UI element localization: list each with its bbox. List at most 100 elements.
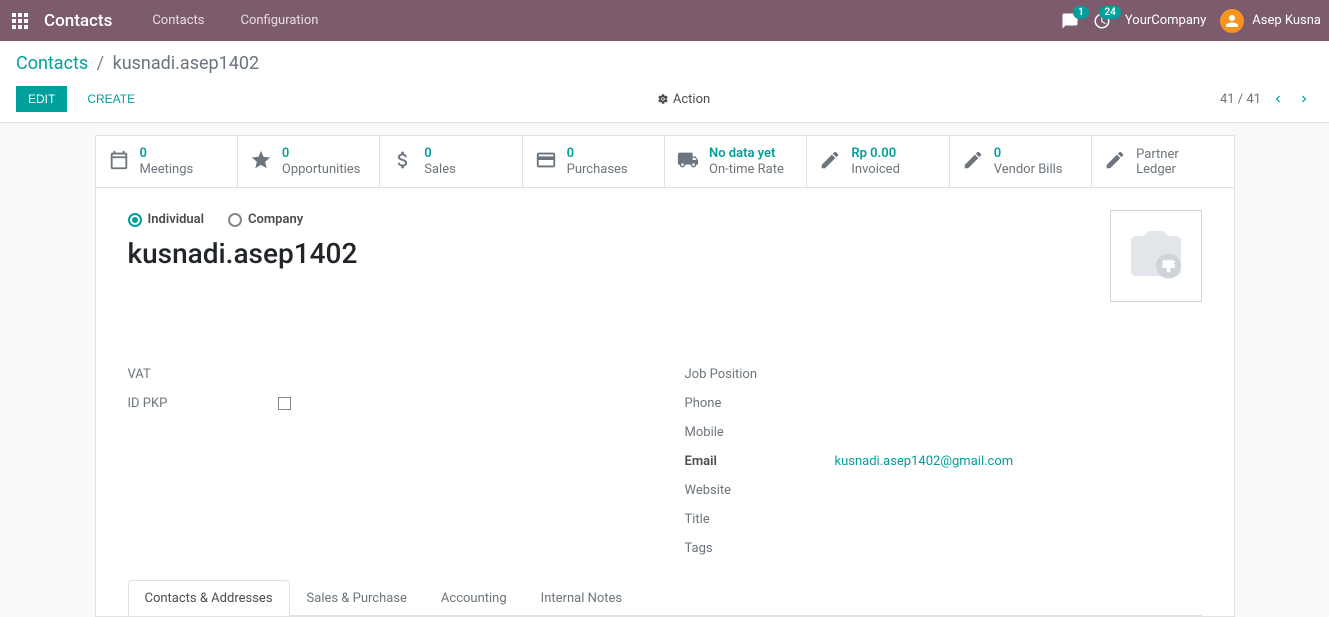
stat-invoiced-text: Rp 0.00 Invoiced (851, 146, 900, 177)
radio-company[interactable]: Company (228, 212, 303, 227)
stat-opportunities[interactable]: 0 Opportunities (238, 136, 380, 187)
stat-invoiced-label: Invoiced (851, 162, 900, 178)
pencil-square-icon (962, 149, 984, 175)
tab-accounting[interactable]: Accounting (424, 580, 524, 616)
control-panel-row: Edit Create Action 41 / 41 (16, 86, 1313, 112)
stat-meetings-label: Meetings (140, 162, 194, 178)
control-panel: Contacts / kusnadi.asep1402 Edit Create … (0, 41, 1329, 123)
dollar-icon (392, 149, 414, 175)
tab-sales-purchase[interactable]: Sales & Purchase (290, 580, 424, 616)
stat-sales-value: 0 (424, 146, 456, 162)
title-label: Title (685, 512, 835, 527)
tab-contacts-addresses[interactable]: Contacts & Addresses (128, 580, 290, 616)
stat-vendor-bills-value: 0 (994, 146, 1063, 162)
navbar-right: 1 24 YourCompany Asep Kusna (1061, 9, 1321, 33)
truck-icon (677, 149, 699, 175)
contact-type-radio: Individual Company (128, 212, 1202, 227)
activities-button[interactable]: 24 (1093, 12, 1111, 30)
nav-link-contacts[interactable]: Contacts (138, 13, 218, 28)
vat-label: VAT (128, 367, 278, 382)
stat-meetings-text: 0 Meetings (140, 146, 194, 177)
stat-vendor-bills[interactable]: 0 Vendor Bills (950, 136, 1092, 187)
action-label: Action (673, 92, 710, 107)
stat-partner-ledger[interactable]: Partner Ledger (1092, 136, 1233, 187)
field-vat: VAT (128, 360, 645, 389)
stat-ontime-label: On-time Rate (709, 162, 784, 178)
radio-on-icon (128, 213, 142, 227)
stat-invoiced-value: Rp 0.00 (851, 146, 900, 162)
image-placeholder[interactable] (1110, 210, 1202, 302)
calendar-icon (108, 149, 130, 175)
radio-company-label: Company (248, 212, 303, 227)
action-dropdown[interactable]: Action (657, 92, 710, 107)
create-button[interactable]: Create (75, 86, 147, 112)
breadcrumb-root[interactable]: Contacts (16, 53, 88, 74)
book-icon (1104, 149, 1126, 175)
stat-ontime[interactable]: No data yet On-time Rate (665, 136, 807, 187)
stat-partner-ledger-label: Partner Ledger (1136, 147, 1221, 177)
nav-link-configuration[interactable]: Configuration (226, 13, 332, 28)
pager: 41 / 41 (1220, 90, 1313, 108)
field-website: Website (685, 476, 1202, 505)
tabs-container: Contacts & Addresses Sales & Purchase Ac… (96, 579, 1234, 616)
pager-text[interactable]: 41 / 41 (1220, 92, 1261, 107)
stat-purchases-value: 0 (567, 146, 628, 162)
messages-badge: 1 (1073, 6, 1089, 19)
tab-internal-notes[interactable]: Internal Notes (524, 580, 639, 616)
phone-label: Phone (685, 396, 835, 411)
activities-badge: 24 (1099, 6, 1120, 19)
stat-sales[interactable]: 0 Sales (380, 136, 522, 187)
stat-purchases-label: Purchases (567, 162, 628, 178)
stat-meetings-value: 0 (140, 146, 194, 162)
stat-buttons-row: 0 Meetings 0 Opportunities 0 Sales (96, 136, 1234, 188)
notebook-tabs: Contacts & Addresses Sales & Purchase Ac… (128, 579, 1202, 616)
company-switcher[interactable]: YourCompany (1125, 13, 1206, 28)
stat-opportunities-value: 0 (282, 146, 360, 162)
apps-launcher-icon[interactable] (8, 9, 32, 33)
stat-opportunities-label: Opportunities (282, 162, 360, 178)
pager-prev-icon[interactable] (1269, 90, 1287, 108)
field-title: Title (685, 505, 1202, 534)
email-value[interactable]: kusnadi.asep1402@gmail.com (835, 454, 1014, 469)
radio-off-icon (228, 213, 242, 227)
stat-ontime-value: No data yet (709, 146, 784, 162)
field-job-position: Job Position (685, 360, 1202, 389)
edit-button[interactable]: Edit (16, 86, 67, 112)
breadcrumb-separator: / (97, 53, 104, 74)
pager-next-icon[interactable] (1295, 90, 1313, 108)
mobile-label: Mobile (685, 425, 835, 440)
stat-vendor-bills-text: 0 Vendor Bills (994, 146, 1063, 177)
star-icon (250, 149, 272, 175)
breadcrumb: Contacts / kusnadi.asep1402 (16, 53, 1313, 74)
stat-invoiced[interactable]: Rp 0.00 Invoiced (807, 136, 949, 187)
field-mobile: Mobile (685, 418, 1202, 447)
control-panel-center: Action (147, 92, 1220, 107)
stat-sales-label: Sales (424, 162, 456, 178)
avatar-icon (1220, 9, 1244, 33)
idpkp-label: ID PKP (128, 396, 278, 411)
stat-opportunities-text: 0 Opportunities (282, 146, 360, 177)
navbar-left: Contacts Contacts Configuration (8, 9, 332, 33)
stat-purchases-text: 0 Purchases (567, 146, 628, 177)
stat-purchases[interactable]: 0 Purchases (523, 136, 665, 187)
stat-vendor-bills-label: Vendor Bills (994, 162, 1063, 178)
field-tags: Tags (685, 534, 1202, 563)
messages-button[interactable]: 1 (1061, 12, 1079, 30)
stat-meetings[interactable]: 0 Meetings (96, 136, 238, 187)
app-title[interactable]: Contacts (44, 11, 112, 31)
field-phone: Phone (685, 389, 1202, 418)
radio-individual[interactable]: Individual (128, 212, 205, 227)
form-sheet: 0 Meetings 0 Opportunities 0 Sales (95, 135, 1235, 617)
stat-ontime-text: No data yet On-time Rate (709, 146, 784, 177)
fields-right: Job Position Phone Mobile Email kusnadi.… (685, 360, 1202, 563)
field-email: Email kusnadi.asep1402@gmail.com (685, 447, 1202, 476)
user-name: Asep Kusna (1252, 13, 1321, 28)
contact-name: kusnadi.asep1402 (128, 237, 1202, 270)
job-position-label: Job Position (685, 367, 835, 382)
idpkp-checkbox[interactable] (278, 397, 291, 410)
breadcrumb-current: kusnadi.asep1402 (113, 53, 260, 74)
pencil-square-icon (819, 149, 841, 175)
stat-sales-text: 0 Sales (424, 146, 456, 177)
fields-columns: VAT ID PKP Job Position Phone Mobile (128, 360, 1202, 563)
user-menu[interactable]: Asep Kusna (1220, 9, 1321, 33)
